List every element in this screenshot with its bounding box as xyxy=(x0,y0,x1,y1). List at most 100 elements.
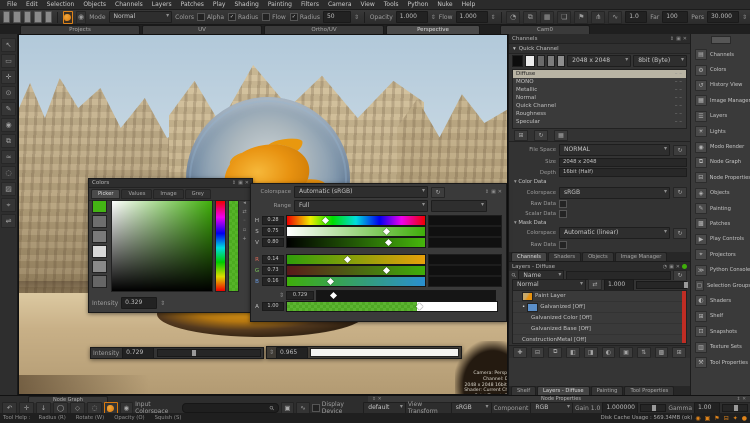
lock-icon[interactable]: ▫ xyxy=(243,227,246,233)
sidebar-item-projectors[interactable]: ⌖Projectors xyxy=(691,247,750,262)
intensity-field[interactable]: 0.329 xyxy=(121,297,157,309)
zoom-tool-icon[interactable]: ⊙ xyxy=(1,86,16,100)
mode-dropdown[interactable]: Normal xyxy=(109,11,173,23)
value-field[interactable]: 0.965 xyxy=(276,347,308,359)
layer-row-galvanized-base-off-[interactable]: Galvanized Base [Off] xyxy=(513,324,686,335)
sidebar-item-node-graph[interactable]: ⧉Node Graph xyxy=(691,155,750,170)
layer-status-icon[interactable]: ⊟ xyxy=(724,415,729,422)
file-space-dropdown[interactable]: NORMAL xyxy=(559,144,670,156)
scalar-data-checkbox[interactable] xyxy=(559,210,567,218)
dot-status-icon[interactable]: ● xyxy=(742,415,747,422)
layers-icon[interactable]: ❏ xyxy=(557,11,571,24)
intensity-spinner-icon[interactable]: ⇕ xyxy=(279,292,284,299)
duplicate-layer-icon[interactable]: ⧉ xyxy=(548,347,562,358)
swap-icon[interactable]: ⇄ xyxy=(588,279,602,290)
slider-handle[interactable] xyxy=(383,267,390,274)
mask-colorspace-dropdown[interactable]: Automatic (linear) xyxy=(559,227,670,239)
channel-row-normal[interactable]: Normal– – xyxy=(513,94,686,102)
mask-layer-icon[interactable]: ◨ xyxy=(584,347,598,358)
menu-item-file[interactable]: File xyxy=(3,1,21,8)
sidebar-item-shaders[interactable]: ◐Shaders xyxy=(691,293,750,308)
viewport-tab-cam0[interactable]: Cam0 xyxy=(500,25,590,34)
reset-icon[interactable]: ◦ xyxy=(243,218,246,224)
menu-item-camera[interactable]: Camera xyxy=(324,1,356,8)
blur-tool-icon[interactable]: ◌ xyxy=(1,166,16,180)
dock-icon[interactable]: ▣ xyxy=(676,36,681,42)
new-project-icon[interactable] xyxy=(3,11,10,23)
sidebar-item-history-view[interactable]: ↺History View xyxy=(691,78,750,93)
paint-tool-icon[interactable]: ✎ xyxy=(1,102,16,116)
transform-tool-icon[interactable]: ✛ xyxy=(1,70,16,84)
shuffle-layer-icon[interactable]: ⇅ xyxy=(637,347,651,358)
sidebar-item-node-properties[interactable]: ⊟Node Properties xyxy=(691,170,750,185)
sidebar-item-objects[interactable]: ◈Objects xyxy=(691,186,750,201)
menu-item-edit[interactable]: Edit xyxy=(22,1,42,8)
flow-field[interactable]: 1.000 xyxy=(456,11,488,23)
display-checkbox[interactable] xyxy=(312,404,320,412)
sidebar-item-selection-groups[interactable]: ▢Selection Groups xyxy=(691,278,750,293)
checker-icon[interactable]: ▦ xyxy=(540,11,554,24)
intensity-slider[interactable] xyxy=(157,349,261,357)
menu-item-painting[interactable]: Painting xyxy=(264,1,296,8)
menu-item-python[interactable]: Python xyxy=(404,1,433,8)
paint-color-button[interactable] xyxy=(63,11,73,24)
channel-row-mono[interactable]: MONO– – xyxy=(513,78,686,86)
colors-tab-image[interactable]: Image xyxy=(153,189,183,199)
menu-item-help[interactable]: Help xyxy=(458,1,480,8)
menu-item-objects[interactable]: Objects xyxy=(79,1,110,8)
flag-status-icon[interactable]: ⚑ xyxy=(714,415,719,422)
far-field[interactable]: 100 xyxy=(662,11,688,23)
menu-item-shading[interactable]: Shading xyxy=(230,1,262,8)
values-intensity-slider[interactable] xyxy=(316,290,496,301)
dock-icon[interactable]: ▣ xyxy=(238,180,243,186)
slider-handle[interactable] xyxy=(684,282,688,288)
sidebar-item-modo-render[interactable]: ◉Modo Render xyxy=(691,139,750,154)
colors-tab-picker[interactable]: Picker xyxy=(91,189,120,199)
swatch[interactable] xyxy=(92,260,107,273)
sidebar-item-image-manager[interactable]: ▦Image Manager xyxy=(691,93,750,108)
cache-layer-icon[interactable]: ▩ xyxy=(655,347,669,358)
grey-swatch[interactable] xyxy=(547,55,555,67)
saturation-value-square[interactable] xyxy=(111,200,213,292)
dock-bottom-tab-painting[interactable]: Painting xyxy=(591,386,624,395)
mask-data-section-header[interactable]: Mask Data xyxy=(514,220,687,226)
opacity-spinner-icon[interactable]: ⇕ xyxy=(431,14,436,21)
radius-spinner-icon[interactable]: ⇕ xyxy=(354,14,359,21)
slider-track-g[interactable] xyxy=(286,265,426,276)
grey-swatch[interactable] xyxy=(537,55,545,67)
sidebar-item-python-console[interactable]: ≫Python Console xyxy=(691,262,750,277)
grid-layer-icon[interactable]: ⊞ xyxy=(672,347,686,358)
slider-track-v[interactable] xyxy=(286,237,426,248)
input-colorspace-search[interactable]: ⚲ xyxy=(182,403,279,413)
menu-item-nuke[interactable]: Nuke xyxy=(433,1,456,8)
color-colorspace-dropdown[interactable]: sRGB xyxy=(559,187,670,199)
menu-item-channels[interactable]: Channels xyxy=(111,1,147,8)
sidebar-item-painting[interactable]: ✎Painting xyxy=(691,201,750,216)
sidebar-collapse-button[interactable] xyxy=(711,36,731,44)
alpha-field[interactable]: 1.00 xyxy=(262,302,284,311)
dock-bottom-tab-shelf[interactable]: Shelf xyxy=(511,386,536,395)
slider-value-r[interactable]: 0.14 xyxy=(262,255,284,264)
swatch[interactable] xyxy=(92,275,107,288)
select-tool-icon[interactable]: ↖ xyxy=(1,38,16,52)
sync-channel-icon[interactable]: ↻ xyxy=(534,130,548,141)
sphere-preview-button[interactable]: ◉ xyxy=(76,11,86,24)
intensity-field[interactable]: 0.729 xyxy=(122,347,154,359)
slider-handle[interactable] xyxy=(322,217,329,224)
menu-item-tools[interactable]: Tools xyxy=(380,1,403,8)
save-project-icon[interactable] xyxy=(24,11,31,23)
sidebar-item-play-controls[interactable]: ▶Play Controls xyxy=(691,232,750,247)
slider-handle[interactable] xyxy=(192,350,196,356)
reset-icon[interactable]: ↻ xyxy=(673,145,687,156)
white-swatch[interactable] xyxy=(525,55,536,67)
toggle-alpha[interactable]: Alpha xyxy=(197,13,224,21)
dock-tab-shaders[interactable]: Shaders xyxy=(548,252,581,261)
slider-handle[interactable] xyxy=(734,405,738,411)
gradient-tool-icon[interactable]: ▨ xyxy=(1,182,16,196)
channel-list[interactable]: Diffuse– –MONO– –Metallic– –Normal– –Qui… xyxy=(512,69,687,129)
channel-row-roughness[interactable]: Roughness– – xyxy=(513,110,686,118)
grey-swatch[interactable] xyxy=(557,55,565,67)
close-icon[interactable]: ✕ xyxy=(378,397,382,402)
colors-tab-values[interactable]: Values xyxy=(121,189,152,199)
menu-item-play[interactable]: Play xyxy=(209,1,230,8)
